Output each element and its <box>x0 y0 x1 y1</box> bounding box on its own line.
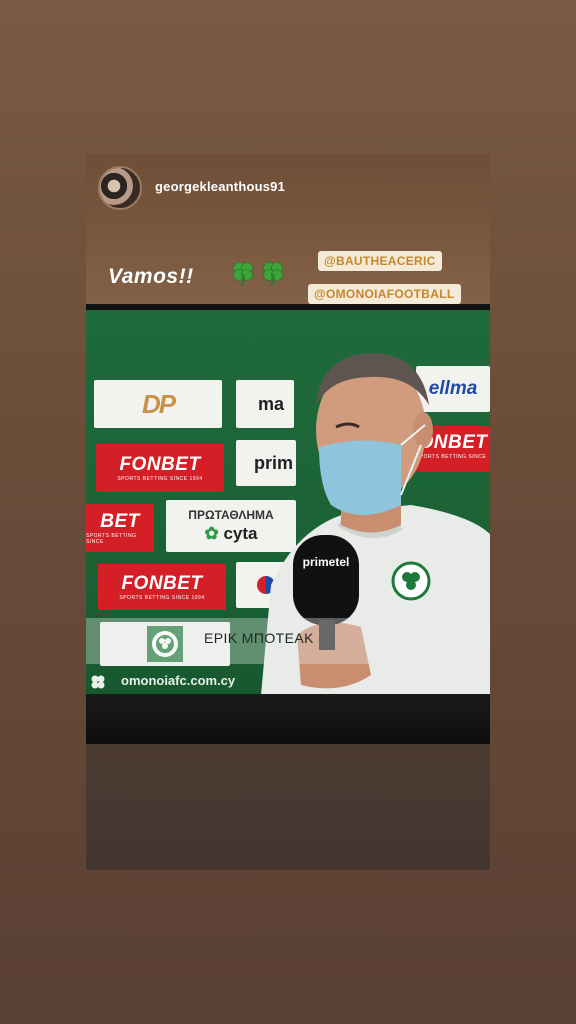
mic-flag-label: primetel <box>302 555 350 569</box>
story-frame: georgekleanthous91 Vamos!! @BAUTHEACERIC… <box>86 154 490 870</box>
tv-bezel <box>86 694 490 744</box>
clover-icon <box>233 262 253 287</box>
tv-screen-photo: DP ma ellma FONBET SPORTS BETTING SINCE … <box>86 304 490 744</box>
sponsor-board-fonbet-2: FONBET SPORTS BETTING SINCE 1994 <box>98 564 226 610</box>
lower-third-name: ΕΡΙΚ ΜΠΟΤΕΑΚ <box>204 630 314 646</box>
sponsor-board-fonbet-left: BET SPORTS BETTING SINCE <box>86 504 154 552</box>
broadcast-frame: DP ma ellma FONBET SPORTS BETTING SINCE … <box>86 310 490 694</box>
sponsor-board-fonbet: FONBET SPORTS BETTING SINCE 1994 <box>96 444 224 492</box>
story-caption: Vamos!! <box>108 265 194 288</box>
sponsor-board-dp: DP <box>94 380 222 428</box>
website-banner: omonoiafc.com.cy <box>86 670 490 694</box>
website-text: omonoiafc.com.cy <box>121 673 236 688</box>
avatar[interactable] <box>98 166 142 210</box>
clover-icon <box>263 262 283 287</box>
clover-icon <box>91 675 105 689</box>
username[interactable]: georgekleanthous91 <box>155 179 285 194</box>
mention-sticker[interactable]: @OMONOIAFOOTBALL <box>308 284 461 304</box>
story-bottom-area <box>86 748 490 870</box>
mention-sticker[interactable]: @BAUTHEACERIC <box>318 251 442 271</box>
